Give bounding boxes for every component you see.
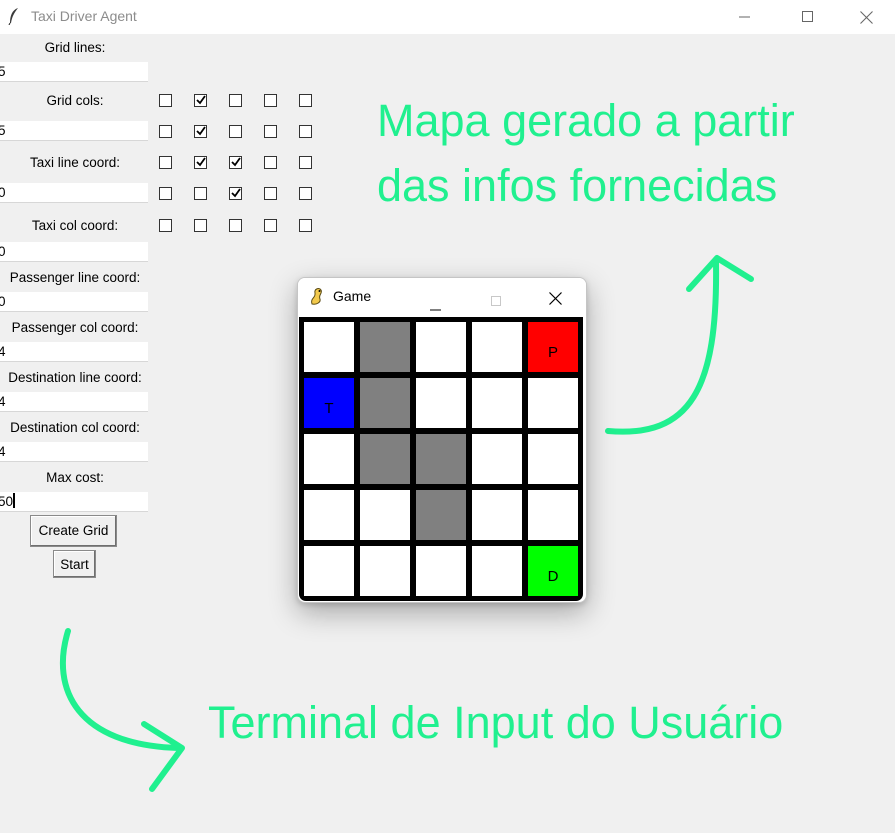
grid-cell-empty bbox=[472, 378, 522, 428]
grid-cell-empty bbox=[472, 546, 522, 596]
grid-cell-empty bbox=[528, 378, 578, 428]
grid-cell-wall bbox=[416, 434, 466, 484]
grid-cell-empty bbox=[416, 322, 466, 372]
grid-cell-destination: D bbox=[528, 546, 578, 596]
grid-cell-empty bbox=[528, 490, 578, 540]
pygame-snake-icon bbox=[308, 286, 326, 310]
game-board: P T D bbox=[299, 317, 583, 601]
grid-cell-empty bbox=[304, 490, 354, 540]
grid-cell-empty bbox=[304, 322, 354, 372]
game-minimize-icon[interactable] bbox=[430, 296, 442, 315]
up-arrow-icon bbox=[605, 259, 720, 435]
grid-cell-empty bbox=[472, 490, 522, 540]
grid-cell-empty bbox=[528, 434, 578, 484]
grid-cell-wall bbox=[360, 322, 410, 372]
game-window-title: Game bbox=[333, 288, 372, 304]
grid-cell-wall bbox=[360, 378, 410, 428]
game-titlebar: Game bbox=[298, 278, 586, 316]
grid-cell-empty bbox=[360, 546, 410, 596]
grid-cell-taxi: T bbox=[304, 378, 354, 428]
grid-cell-passenger: P bbox=[528, 322, 578, 372]
up-arrowhead bbox=[686, 255, 754, 292]
grid-cell-wall bbox=[416, 490, 466, 540]
grid-cell-empty bbox=[416, 546, 466, 596]
passenger-label: P bbox=[547, 344, 558, 361]
game-close-icon[interactable] bbox=[549, 290, 562, 309]
grid-cell-empty bbox=[360, 490, 410, 540]
taxi-label: T bbox=[324, 400, 334, 417]
right-arrow-icon bbox=[59, 628, 181, 751]
grid-cell-empty bbox=[304, 546, 354, 596]
right-arrowhead bbox=[141, 721, 185, 792]
grid-cell-wall bbox=[360, 434, 410, 484]
destination-label: D bbox=[547, 568, 559, 585]
grid-cell-empty bbox=[472, 322, 522, 372]
grid-cell-empty bbox=[416, 378, 466, 428]
game-window[interactable]: Game P T D bbox=[297, 277, 587, 603]
grid-cell-empty bbox=[472, 434, 522, 484]
game-maximize-icon[interactable] bbox=[491, 292, 502, 311]
grid-cell-empty bbox=[304, 434, 354, 484]
